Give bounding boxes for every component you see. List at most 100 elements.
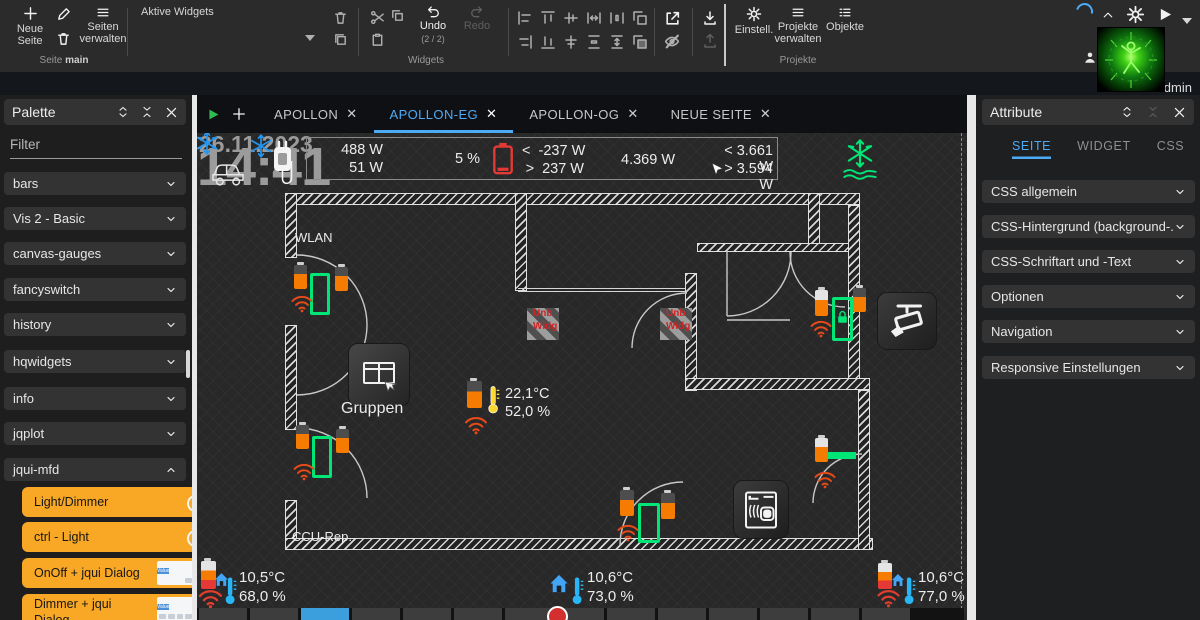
attr-section-optionen[interactable]: Optionen [982, 285, 1195, 308]
same-width-button[interactable] [586, 10, 602, 31]
battery-widget[interactable] [335, 267, 348, 291]
palette-scrollbar[interactable] [186, 350, 190, 378]
widget-item-light-dimmer[interactable]: Light/Dimmer [22, 487, 192, 517]
locked-door-sensor-widget[interactable] [832, 297, 853, 341]
bottom-nav-segment[interactable] [403, 608, 451, 620]
view-tab-apollon-eg[interactable]: APOLLON-EG✕ [374, 95, 514, 133]
bottom-nav-segment[interactable] [250, 608, 298, 620]
editor-settings-button[interactable] [1126, 5, 1145, 29]
battery-widget[interactable] [815, 290, 828, 316]
wifi-icon[interactable] [876, 587, 901, 608]
unfold-icon[interactable] [117, 105, 129, 119]
close-tab-icon[interactable]: ✕ [627, 106, 638, 122]
export-views-button[interactable] [702, 33, 718, 54]
palette-section-fancyswitch[interactable]: fancyswitch [4, 278, 186, 301]
tab-widget[interactable]: WIDGET [1077, 139, 1131, 159]
filter-input[interactable]: Filter [10, 137, 182, 159]
attr-section-css-hintergrund[interactable]: CSS-Hintergrund (background-...) [982, 215, 1195, 238]
bottom-nav-segment[interactable] [709, 608, 757, 620]
close-tab-icon[interactable]: ✕ [486, 106, 497, 122]
close-icon[interactable] [165, 106, 178, 119]
attr-section-responsive[interactable]: Responsive Einstellungen [982, 356, 1195, 379]
battery-widget[interactable] [296, 425, 309, 449]
camera-button[interactable] [877, 292, 937, 350]
close-tab-icon[interactable]: ✕ [346, 106, 357, 122]
battery-widget[interactable] [853, 288, 866, 312]
same-height-button[interactable] [609, 34, 625, 55]
add-view-button[interactable] [220, 95, 258, 133]
thermometer-icon[interactable] [571, 575, 584, 606]
run-view-button[interactable] [197, 95, 220, 133]
battery-widget[interactable] [467, 381, 482, 408]
palette-section-hqwidgets[interactable]: hqwidgets [4, 350, 186, 373]
wifi-icon[interactable] [813, 469, 837, 489]
bottom-nav-segment[interactable] [607, 608, 655, 620]
battery-widget[interactable] [620, 490, 634, 516]
tab-seite[interactable]: SEITE [1012, 139, 1051, 159]
open-preview-button[interactable] [664, 10, 681, 32]
palette-section-bars[interactable]: bars [4, 172, 186, 195]
tab-css[interactable]: CSS [1157, 139, 1185, 159]
wifi-icon[interactable] [809, 318, 833, 338]
delete-page-button[interactable] [56, 31, 71, 51]
collapse-panel-icon[interactable] [1147, 105, 1159, 119]
align-top-button[interactable] [540, 10, 556, 31]
widget-item-dimmer-dialog[interactable]: Dimmer + jqui Dialog Value [22, 594, 192, 620]
view-canvas[interactable]: 26.11.2023 14:41 488 W 51 W 5 % < -237 W… [197, 133, 967, 620]
delete-widget-button[interactable] [333, 10, 348, 30]
battery-widget[interactable] [878, 563, 892, 589]
bottom-nav-segment[interactable] [760, 608, 808, 620]
bottom-nav-segment[interactable] [454, 608, 502, 620]
manage-pages-button[interactable]: Seiten verwalten [78, 6, 128, 46]
attr-section-css-allgemein[interactable]: CSS allgemein [982, 180, 1195, 203]
wifi-icon[interactable] [292, 461, 316, 481]
bring-to-front-button[interactable] [632, 10, 648, 31]
attr-section-navigation[interactable]: Navigation [982, 320, 1195, 343]
battery-widget[interactable] [294, 265, 307, 289]
settings-button[interactable]: Einstell. [734, 6, 774, 36]
distribute-vertical-button[interactable] [586, 34, 602, 55]
bottom-nav-segment-active[interactable] [301, 608, 349, 620]
battery-widget[interactable] [815, 438, 828, 462]
thermometer-icon[interactable] [224, 575, 237, 606]
thermometer-icon[interactable] [903, 575, 916, 606]
palette-section-jqplot[interactable]: jqplot [4, 422, 186, 445]
attr-section-css-schriftart[interactable]: CSS-Schriftart und -Text [982, 250, 1195, 273]
view-tab-apollon-og[interactable]: APOLLON-OG✕ [513, 95, 654, 133]
paste-button[interactable] [370, 32, 385, 52]
align-right-button[interactable] [517, 34, 533, 55]
wifi-icon[interactable] [616, 522, 640, 542]
bottom-nav-segment[interactable] [352, 608, 400, 620]
widget-item-ctrl-light[interactable]: ctrl - Light [22, 522, 192, 552]
wifi-icon[interactable] [197, 587, 224, 609]
window-sensor-bar[interactable] [828, 452, 856, 459]
widget-item-onoff-dialog[interactable]: OnOff + jqui Dialog Value [22, 558, 192, 588]
bottom-nav-segment[interactable] [199, 608, 247, 620]
bottom-nav-segment[interactable] [811, 608, 859, 620]
view-tab-apollon[interactable]: APOLLON✕ [258, 95, 374, 133]
wifi-icon[interactable] [290, 293, 314, 313]
clone-widget-button[interactable] [333, 32, 348, 52]
cut-button[interactable] [370, 10, 385, 30]
bottom-nav-segment[interactable] [658, 608, 706, 620]
new-page-button[interactable]: Neue Seite [8, 6, 52, 48]
groups-button[interactable] [348, 343, 410, 407]
align-vertical-center-button[interactable] [563, 10, 579, 31]
copy-button[interactable] [390, 8, 405, 28]
objects-button[interactable]: Objekte [824, 6, 866, 33]
manage-projects-button[interactable]: Projekte verwalten [774, 6, 822, 46]
bottom-nav-segment[interactable] [862, 608, 910, 620]
palette-section-canvas-gauges[interactable]: canvas-gauges [4, 242, 186, 265]
widget-select-caret[interactable] [305, 28, 315, 46]
align-bottom-button[interactable] [540, 34, 556, 55]
import-views-button[interactable] [702, 10, 718, 31]
collapse-toolbar-button[interactable] [1101, 8, 1115, 26]
hide-widgets-button[interactable] [663, 33, 681, 55]
unfold-icon[interactable] [1121, 105, 1133, 119]
collapse-panel-icon[interactable] [141, 105, 153, 119]
undo-button[interactable]: Undo (2 / 2) [416, 4, 450, 44]
bottom-nav-segment[interactable] [505, 608, 553, 620]
thermometer-icon[interactable] [487, 385, 500, 414]
edit-page-button[interactable] [56, 7, 71, 27]
run-project-button[interactable] [1158, 7, 1173, 27]
